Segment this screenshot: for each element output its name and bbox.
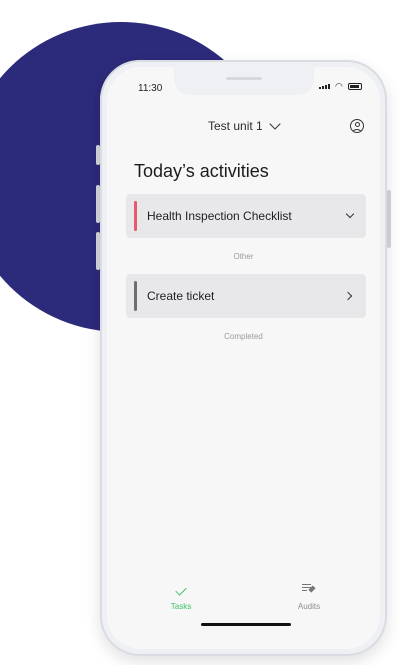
signal-icon [319, 84, 330, 89]
tab-bar: Tasks Audits [107, 572, 380, 622]
phone-notch [174, 67, 314, 95]
tab-label: Tasks [170, 602, 192, 611]
stage: 11:30 ◠ Test unit 1 Today’s activities H… [0, 0, 417, 665]
activity-label: Create ticket [147, 289, 215, 303]
unit-name: Test unit 1 [208, 119, 263, 133]
wifi-icon: ◠ [335, 81, 343, 91]
tab-audits[interactable]: Audits [274, 580, 344, 611]
activity-accent-bar [134, 201, 137, 231]
chevron-right-icon [343, 291, 353, 301]
check-icon [175, 584, 187, 596]
chevron-down-icon [269, 118, 281, 130]
home-indicator[interactable] [201, 623, 291, 626]
chevron-down-icon [345, 209, 355, 219]
activity-card-create-ticket[interactable]: Create ticket [126, 274, 366, 318]
tab-tasks[interactable]: Tasks [146, 580, 216, 611]
status-time: 11:30 [138, 83, 163, 94]
status-icons: ◠ [319, 82, 362, 91]
audits-list-icon [302, 583, 316, 593]
tab-label: Audits [297, 602, 321, 611]
page-title: Today’s activities [134, 161, 269, 181]
battery-icon [347, 83, 362, 90]
phone-power-button [387, 190, 391, 248]
user-circle-icon[interactable] [350, 119, 364, 133]
section-label-other: Other [233, 252, 254, 261]
phone-screen: 11:30 ◠ Test unit 1 Today’s activities H… [107, 67, 380, 649]
unit-selector[interactable]: Test unit 1 [208, 118, 281, 133]
section-label-completed: Completed [224, 332, 263, 341]
speaker-grille [226, 77, 262, 80]
activity-accent-bar [134, 281, 137, 311]
activity-label: Health Inspection Checklist [147, 209, 292, 223]
activity-card-health-inspection[interactable]: Health Inspection Checklist [126, 194, 366, 238]
